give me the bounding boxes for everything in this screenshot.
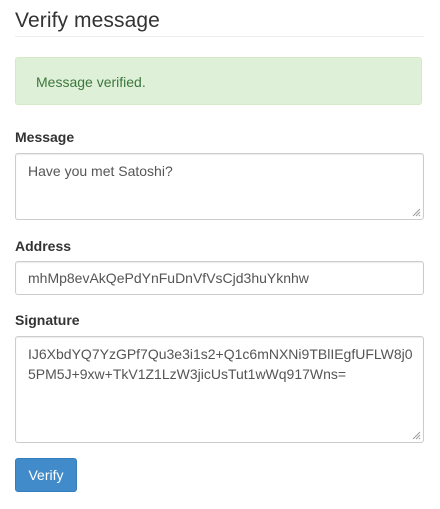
signature-text: IJ6XbdYQ7YzGPf7Qu3e3i1s2+Q1c6mNXNi9TBlIE… <box>28 346 413 382</box>
address-text: mhMp8evAkQePdYnFuDnVfVsCjd3huYknhw <box>28 270 309 286</box>
resize-handle-icon[interactable] <box>411 207 421 217</box>
verify-button[interactable]: Verify <box>15 458 77 492</box>
page-title: Verify message <box>15 9 160 32</box>
verify-message-page: Verify message Message verified. Message… <box>0 0 440 509</box>
success-alert: Message verified. <box>15 57 422 105</box>
resize-handle-icon[interactable] <box>411 430 421 440</box>
signature-label: Signature <box>15 312 80 328</box>
message-textarea[interactable]: Have you met Satoshi? <box>15 153 424 220</box>
signature-textarea[interactable]: IJ6XbdYQ7YzGPf7Qu3e3i1s2+Q1c6mNXNi9TBlIE… <box>15 336 424 443</box>
alert-text: Message verified. <box>36 74 146 90</box>
address-input[interactable]: mhMp8evAkQePdYnFuDnVfVsCjd3huYknhw <box>15 261 424 295</box>
address-label: Address <box>15 238 72 254</box>
message-label: Message <box>15 129 75 145</box>
message-text: Have you met Satoshi? <box>28 163 173 179</box>
title-divider <box>15 36 424 37</box>
